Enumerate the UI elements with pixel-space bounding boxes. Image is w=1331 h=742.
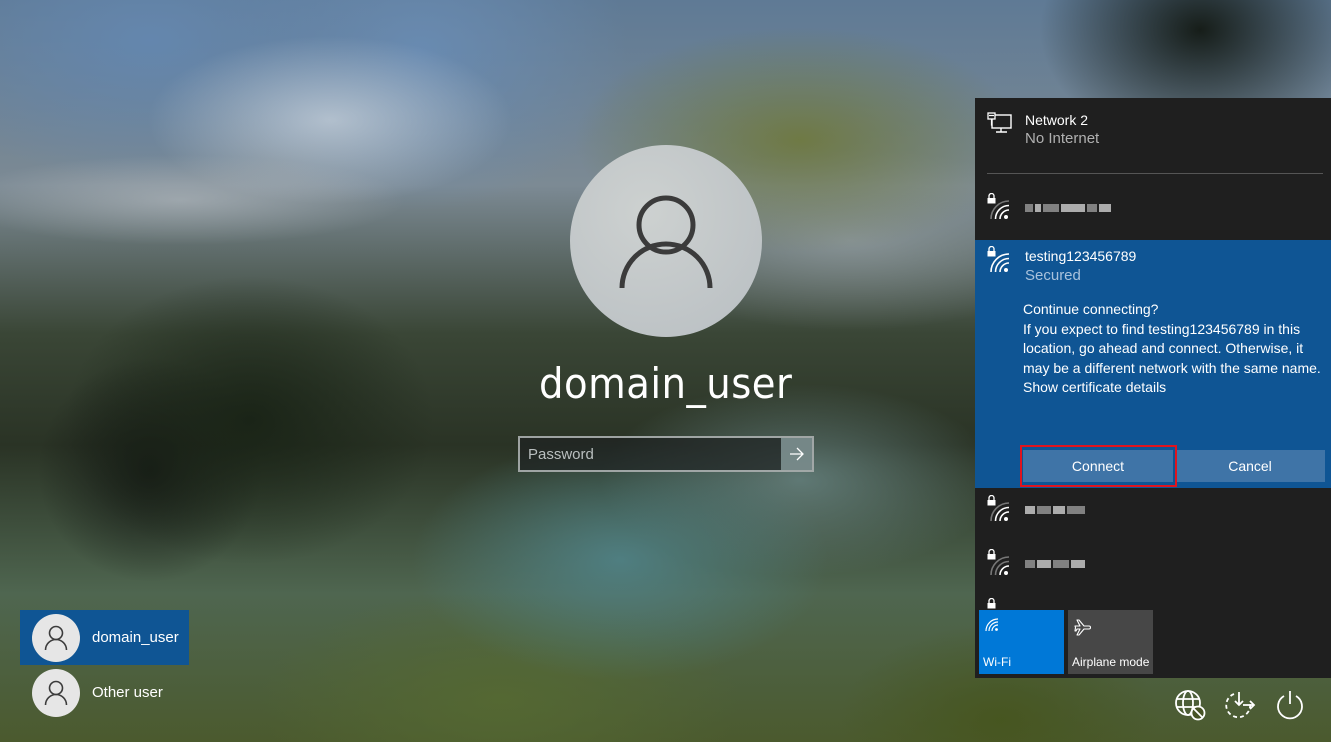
connect-prompt: Continue connecting? If you expect to fi… — [1023, 300, 1323, 398]
ethernet-monitor-icon — [987, 112, 1012, 133]
wifi-network-item[interactable] — [975, 590, 1331, 610]
airplane-icon — [1074, 619, 1091, 636]
user-item-domain-user[interactable]: domain_user — [20, 610, 189, 665]
avatar — [32, 613, 80, 662]
wifi-network-item[interactable] — [975, 536, 1331, 592]
avatar — [32, 668, 80, 717]
wired-network-status: No Internet — [1025, 130, 1100, 147]
password-input[interactable] — [520, 438, 781, 470]
wifi-toggle-tile[interactable]: Wi-Fi — [979, 610, 1064, 674]
wifi-network-item[interactable] — [975, 180, 1331, 236]
submit-button[interactable] — [781, 438, 812, 470]
wifi-network-item-selected[interactable]: testing123456789 Secured Continue connec… — [975, 240, 1331, 488]
divider — [987, 173, 1323, 174]
wired-network-item[interactable]: Network 2 No Internet — [975, 98, 1331, 172]
prompt-body: If you expect to find testing123456789 i… — [1023, 320, 1321, 376]
wifi-signal-icon — [990, 253, 1010, 273]
tile-label: Wi-Fi — [983, 655, 1011, 669]
user-item-other-user[interactable]: Other user — [20, 665, 189, 720]
quick-actions: Wi-Fi Airplane mode — [975, 610, 1153, 674]
power-icon — [1277, 691, 1303, 720]
prompt-title: Continue connecting? — [1023, 301, 1159, 317]
wifi-network-item[interactable] — [975, 482, 1331, 538]
user-avatar — [570, 145, 762, 337]
network-flyout: Network 2 No Internet testing123456789 S… — [975, 98, 1331, 678]
wifi-signal-icon — [990, 200, 1010, 220]
login-panel: domain_user — [518, 145, 814, 472]
user-icon — [44, 625, 68, 650]
user-switcher: domain_user Other user — [20, 610, 189, 720]
lock-icon — [987, 598, 996, 609]
wifi-signal-icon — [990, 502, 1010, 522]
user-name: Other user — [92, 684, 163, 701]
show-certificate-link[interactable]: Show certificate details — [1023, 378, 1323, 398]
wifi-icon — [985, 618, 999, 632]
airplane-mode-tile[interactable]: Airplane mode — [1068, 610, 1153, 674]
connect-button[interactable]: Connect — [1023, 450, 1173, 482]
power-button[interactable] — [1273, 688, 1307, 722]
wifi-security-status: Secured — [1025, 267, 1081, 284]
wifi-network-name-obscured — [1025, 203, 1111, 213]
wired-network-name: Network 2 — [1025, 112, 1089, 128]
user-name: domain_user — [92, 629, 179, 646]
ease-of-access-button[interactable] — [1223, 688, 1257, 722]
user-icon — [44, 680, 68, 705]
wifi-network-name-obscured — [1025, 505, 1085, 515]
user-icon — [619, 195, 713, 289]
username-title: domain_user — [539, 359, 793, 408]
wifi-ssid: testing123456789 — [1025, 248, 1137, 264]
system-icons — [1173, 688, 1307, 722]
tile-label: Airplane mode — [1072, 655, 1150, 669]
network-button[interactable] — [1173, 688, 1207, 722]
ease-of-access-icon — [1225, 692, 1256, 719]
arrow-right-icon — [789, 447, 804, 461]
network-icon — [1175, 690, 1206, 721]
cancel-button[interactable]: Cancel — [1175, 450, 1325, 482]
password-box — [518, 436, 814, 472]
wifi-signal-icon — [990, 556, 1010, 576]
wifi-network-name-obscured — [1025, 559, 1085, 569]
